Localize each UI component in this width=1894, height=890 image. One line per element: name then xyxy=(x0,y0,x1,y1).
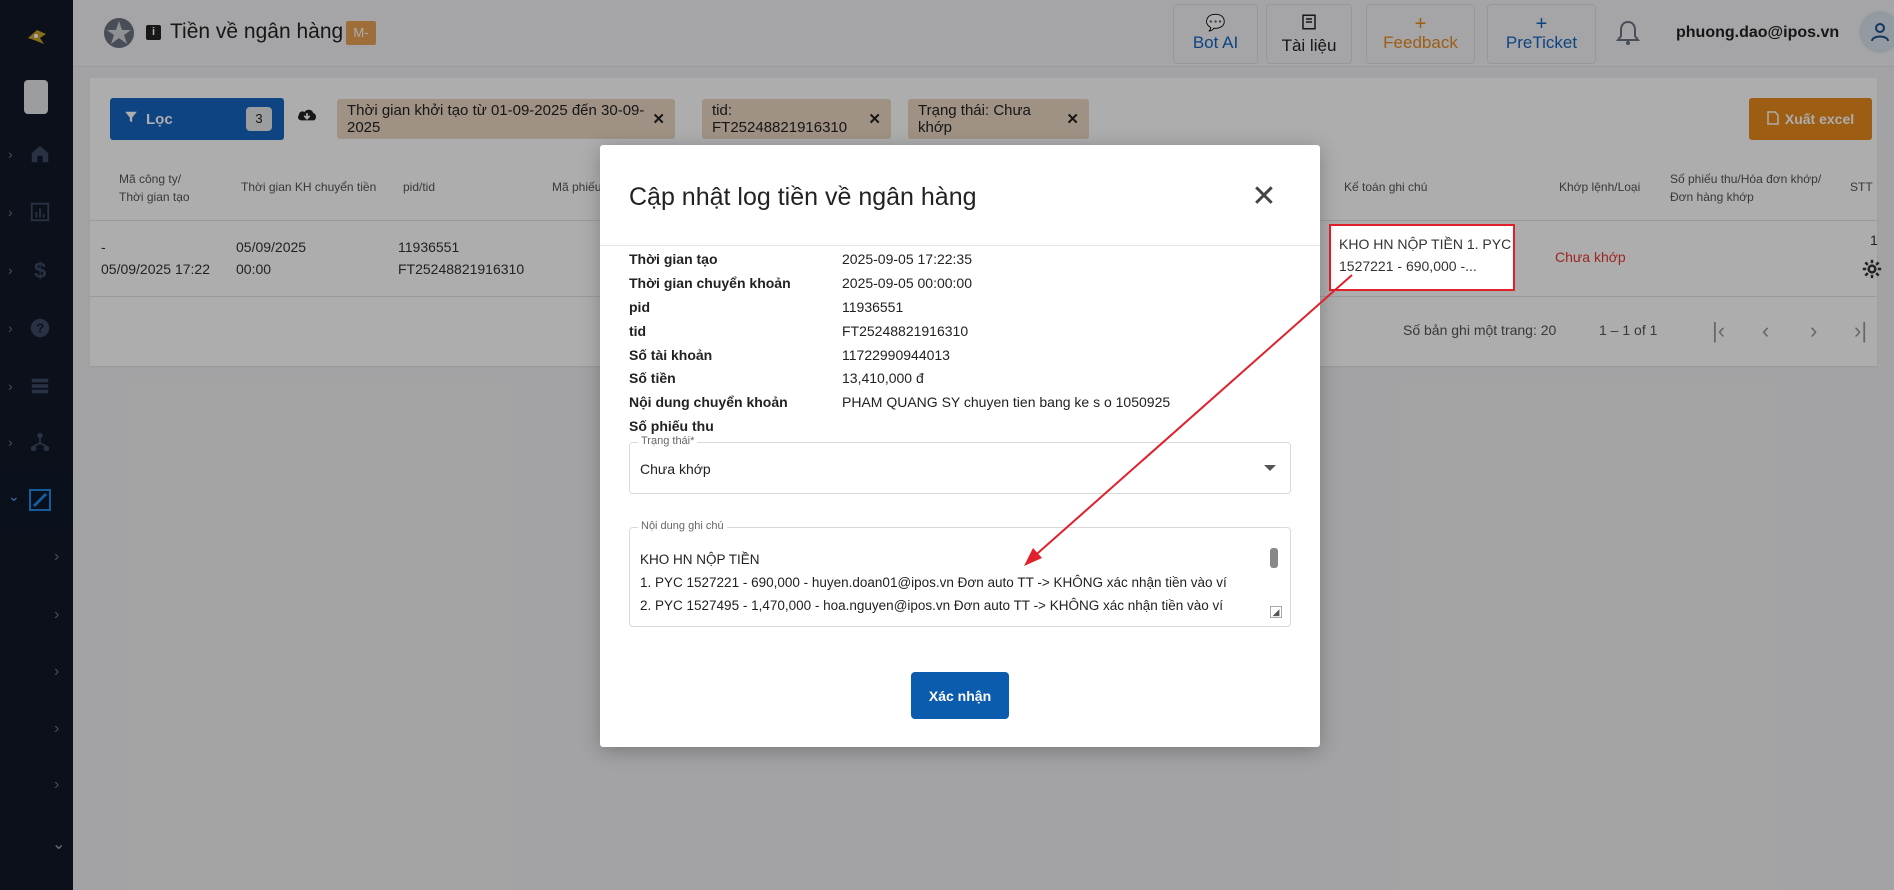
confirm-button[interactable]: Xác nhận xyxy=(911,672,1009,719)
field-value-transfer-content: PHAM QUANG SY chuyen tien bang ke s o 10… xyxy=(842,394,1171,410)
field-label-receipt-no: Số phiếu thu xyxy=(629,418,714,434)
status-select[interactable]: Trạng thái* Chưa khớp xyxy=(629,435,1291,494)
caret-down-icon xyxy=(1264,465,1276,471)
note-textarea-label: Nội dung ghi chú xyxy=(638,520,727,532)
field-value-pid: 11936551 xyxy=(842,299,904,315)
modal-divider xyxy=(600,245,1320,246)
status-select-label: Trạng thái* xyxy=(638,435,698,447)
field-label-transfer-content: Nội dung chuyển khoản xyxy=(629,394,788,410)
close-icon[interactable]: ✕ xyxy=(1248,181,1280,213)
confirm-label: Xác nhận xyxy=(928,687,992,704)
field-label-account: Số tài khoản xyxy=(629,347,713,363)
note-line: KHO HN NỘP TIỀN xyxy=(640,552,760,567)
highlighted-note-line2: 1527221 - 690,000 -... xyxy=(1339,258,1477,274)
modal-title: Cập nhật log tiền về ngân hàng xyxy=(629,183,977,211)
field-value-amount: 13,410,000 đ xyxy=(842,370,924,386)
field-value-created: 2025-09-05 17:22:35 xyxy=(842,251,972,267)
field-label-transfer-time: Thời gian chuyển khoản xyxy=(629,275,791,291)
field-label-created: Thời gian tạo xyxy=(629,251,718,267)
field-label-pid: pid xyxy=(629,299,650,315)
status-select-value: Chưa khớp xyxy=(640,461,711,477)
note-textarea[interactable]: Nội dung ghi chú KHO HN NỘP TIỀN 1. PYC … xyxy=(629,520,1291,627)
note-textarea-content: KHO HN NỘP TIỀN 1. PYC 1527221 - 690,000… xyxy=(640,548,1256,617)
textarea-scrollbar[interactable] xyxy=(1270,548,1278,568)
field-value-transfer-time: 2025-09-05 00:00:00 xyxy=(842,275,972,291)
field-label-tid: tid xyxy=(629,323,647,339)
note-line: 1. PYC 1527221 - 690,000 - huyen.doan01@… xyxy=(640,575,1227,590)
resize-handle-icon[interactable]: ◢ xyxy=(1270,606,1282,618)
field-label-amount: Số tiền xyxy=(629,370,676,386)
field-value-tid: FT25248821916310 xyxy=(842,323,969,339)
field-value-account: 11722990944013 xyxy=(842,347,950,363)
update-log-modal: Cập nhật log tiền về ngân hàng ✕ Thời gi… xyxy=(600,145,1320,747)
note-line: 2. PYC 1527495 - 1,470,000 - hoa.nguyen@… xyxy=(640,598,1224,613)
highlighted-note-line1: KHO HN NỘP TIỀN 1. PYC xyxy=(1339,236,1512,252)
